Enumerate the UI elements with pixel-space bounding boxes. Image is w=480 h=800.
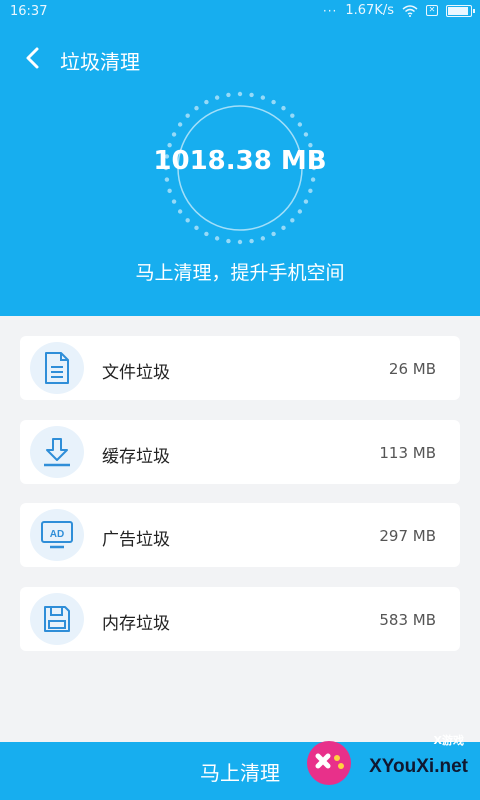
ring-dot <box>310 177 316 182</box>
ring-dot <box>204 231 209 237</box>
ring-dot <box>260 95 266 100</box>
ring-dot <box>237 239 243 245</box>
item-label: 文件垃圾 <box>102 363 170 383</box>
clean-now-label: 马上清理 <box>200 760 280 785</box>
ring-dot <box>290 218 295 223</box>
watermark-text: XYouXi.net <box>369 756 468 777</box>
status-time: 16:37 <box>10 4 48 19</box>
ring-dot <box>171 199 177 204</box>
item-size: 297 MB <box>379 527 436 545</box>
ring-dot <box>260 236 266 241</box>
item-size: 113 MB <box>379 444 436 462</box>
ring-dot <box>171 132 177 137</box>
status-icons: ··· 1.67K/s ✕ <box>322 3 475 18</box>
list-item-ad[interactable]: AD 广告垃圾 297 MB <box>20 503 460 567</box>
ring-dot <box>237 91 243 97</box>
gamepad-logo-icon <box>307 741 351 785</box>
ring-dot <box>249 238 254 244</box>
watermark: X游戏 XYouXi.net <box>304 722 474 792</box>
x-box-icon: ✕ <box>426 5 438 16</box>
ring-dot <box>177 122 183 127</box>
item-size: 26 MB <box>388 360 436 378</box>
item-label: 内存垃圾 <box>102 614 170 634</box>
page-title: 垃圾清理 <box>60 50 140 74</box>
ring-dot <box>308 188 313 194</box>
ring-dot <box>281 105 286 111</box>
wifi-icon <box>402 4 418 17</box>
app-header: 垃圾清理 <box>0 36 480 80</box>
ring-dot <box>194 225 199 231</box>
document-icon <box>30 342 84 394</box>
watermark-sub: X游戏 <box>433 734 464 747</box>
ring-dot <box>281 225 286 231</box>
list-item-memory[interactable]: 内存垃圾 583 MB <box>20 587 460 651</box>
ring-dot <box>185 218 190 223</box>
ring-dot <box>214 95 220 100</box>
ring-dot <box>204 99 209 105</box>
ring-dot <box>214 236 220 241</box>
chevron-left-icon[interactable] <box>20 44 48 72</box>
list-item-file[interactable]: 文件垃圾 26 MB <box>20 336 460 400</box>
total-size: 1018.38 MB <box>153 146 327 176</box>
ring-dot <box>303 199 309 204</box>
ring-dot <box>297 209 303 214</box>
dots-icon: ··· <box>322 3 338 18</box>
floppy-disk-icon <box>30 593 84 645</box>
ring-dot <box>226 238 231 244</box>
item-label: 缓存垃圾 <box>102 447 170 467</box>
ring-dot <box>177 209 183 214</box>
ring-dot <box>194 105 199 111</box>
ring-dot <box>164 177 170 182</box>
ring-dot <box>271 231 276 237</box>
ring-dot <box>271 99 276 105</box>
ad-monitor-icon: AD <box>30 509 84 561</box>
item-size: 583 MB <box>379 611 436 629</box>
header-panel: 16:37 ··· 1.67K/s ✕ 垃圾清理 1018.38 MB 马上清理… <box>0 0 480 316</box>
battery-icon <box>446 4 475 17</box>
ring-dot <box>167 188 172 194</box>
ring-dot <box>303 132 309 137</box>
list-item-cache[interactable]: 缓存垃圾 113 MB <box>20 420 460 484</box>
ring-dot <box>226 92 231 98</box>
download-icon <box>30 426 84 478</box>
svg-text:AD: AD <box>50 529 64 540</box>
item-label: 广告垃圾 <box>102 530 170 550</box>
network-speed: 1.67K/s <box>345 3 394 18</box>
ring-dot <box>185 113 190 118</box>
slogan-text: 马上清理，提升手机空间 <box>135 262 345 284</box>
status-bar: 16:37 ··· 1.67K/s ✕ <box>0 0 480 24</box>
ring-dot <box>290 113 295 118</box>
ring-dot <box>249 92 254 98</box>
ring-dot <box>297 122 303 127</box>
